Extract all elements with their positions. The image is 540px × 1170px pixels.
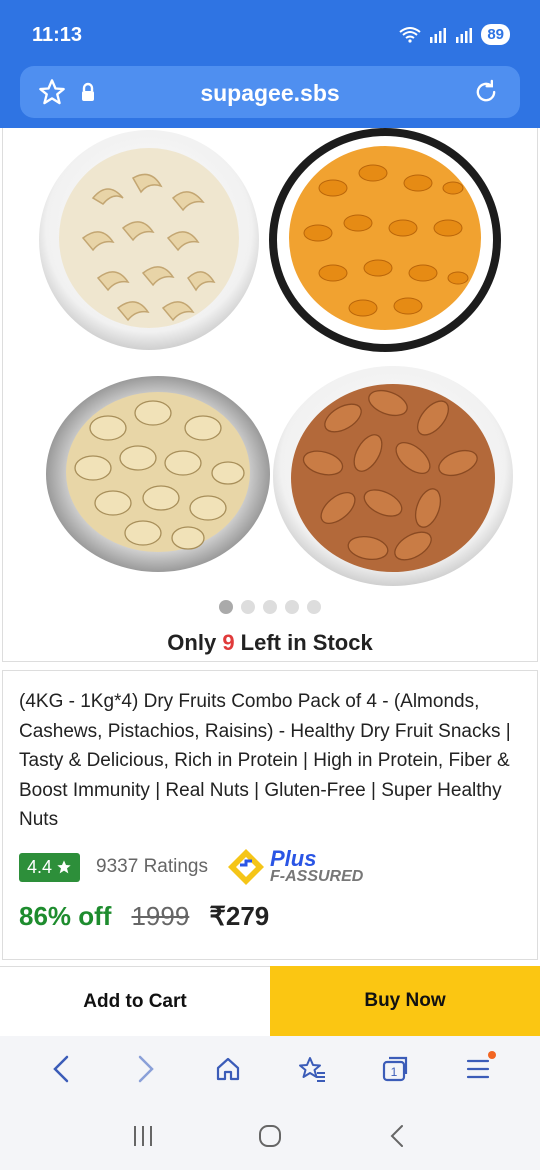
carousel-dot[interactable] <box>263 600 277 614</box>
stock-status: Only 9 Left in Stock <box>3 630 537 656</box>
rating-badge[interactable]: 4.4 <box>19 852 81 882</box>
product-image-card: Only 9 Left in Stock <box>2 128 538 662</box>
product-image[interactable] <box>3 128 539 596</box>
carousel-dot[interactable] <box>285 600 299 614</box>
system-navigation-bar <box>0 1102 540 1170</box>
address-bar[interactable]: supagee.sbs <box>20 66 520 118</box>
cta-bar: Add to Cart Buy Now <box>0 966 540 1036</box>
raisin-bowl <box>269 128 501 352</box>
back-icon[interactable] <box>42 1049 82 1089</box>
original-price: 1999 <box>131 901 190 931</box>
svg-text:1: 1 <box>391 1065 398 1079</box>
status-time: 11:13 <box>32 24 83 46</box>
tabs-icon[interactable]: 1 <box>375 1049 415 1089</box>
add-to-cart-button[interactable]: Add to Cart <box>0 966 270 1036</box>
home-button-icon[interactable] <box>250 1116 290 1156</box>
rating-row: 4.4 9337 Ratings Plus F-ASSURED <box>19 847 363 887</box>
url-text: supagee.sbs <box>200 80 340 106</box>
forward-icon[interactable] <box>125 1049 165 1089</box>
price-row: 86% off 1999 ₹279 <box>19 901 269 932</box>
back-button-icon[interactable] <box>377 1116 417 1156</box>
fassured-badge-icon <box>228 849 264 885</box>
product-info-card: (4KG - 1Kg*4) Dry Fruits Combo Pack of 4… <box>2 670 538 960</box>
bookmarks-icon[interactable] <box>292 1049 332 1089</box>
wifi-icon <box>399 26 421 43</box>
pistachio-plate <box>46 376 270 572</box>
fassured-label: F-ASSURED <box>270 868 364 885</box>
discount-percent: 86% off <box>19 901 112 931</box>
ratings-count[interactable]: 9337 Ratings <box>96 856 208 878</box>
battery-badge: 89 <box>481 24 510 45</box>
menu-icon[interactable] <box>458 1049 498 1089</box>
home-icon[interactable] <box>208 1049 248 1089</box>
product-title: (4KG - 1Kg*4) Dry Fruits Combo Pack of 4… <box>19 691 511 830</box>
reload-icon[interactable] <box>472 78 500 106</box>
almond-bowl <box>273 366 513 586</box>
buy-now-button[interactable]: Buy Now <box>270 966 540 1036</box>
stock-suffix: Left in Stock <box>234 630 373 655</box>
browser-toolbar: supagee.sbs <box>0 56 540 128</box>
carousel-dots[interactable] <box>3 600 537 614</box>
cashew-bowl <box>39 130 259 350</box>
star-filled-icon <box>57 860 71 874</box>
plus-fassured-logo: Plus F-ASSURED <box>226 847 363 887</box>
carousel-dot[interactable] <box>219 600 233 614</box>
recents-icon[interactable] <box>123 1116 163 1156</box>
browser-bottom-nav: 1 <box>0 1036 540 1102</box>
carousel-dot[interactable] <box>241 600 255 614</box>
plus-label: Plus <box>270 846 317 871</box>
signal-icon-2 <box>456 27 473 43</box>
rating-value: 4.4 <box>27 856 53 877</box>
stock-prefix: Only <box>167 630 223 655</box>
system-icons: 89 <box>399 24 510 45</box>
notification-dot <box>488 1051 497 1059</box>
carousel-dot[interactable] <box>307 600 321 614</box>
stock-count: 9 <box>222 630 235 655</box>
signal-icon <box>430 27 447 43</box>
sale-price: ₹279 <box>209 901 270 931</box>
